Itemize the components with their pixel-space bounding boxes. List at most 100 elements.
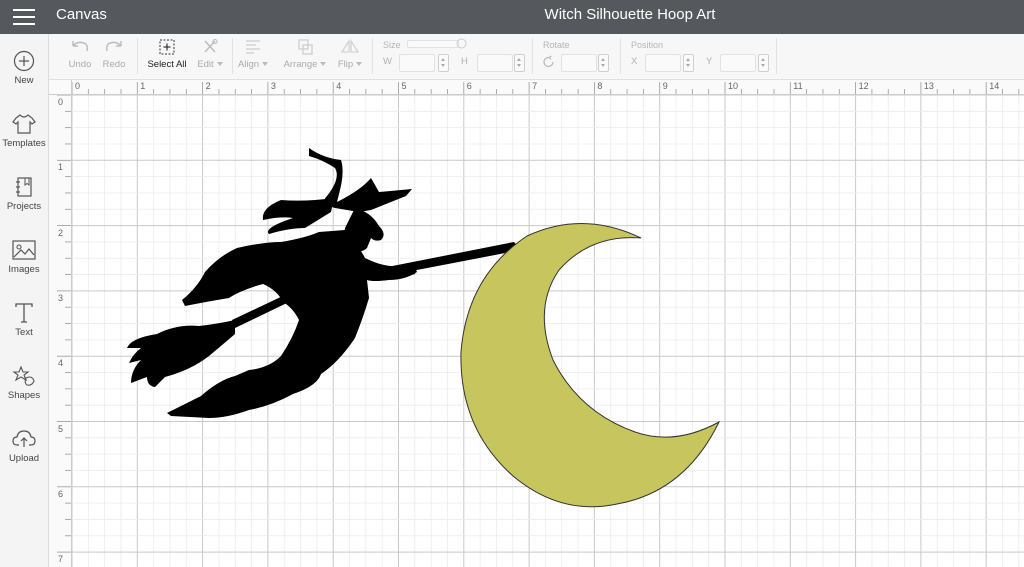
ruler-label: 9: [662, 81, 668, 91]
toolbar-divider: [776, 38, 777, 74]
ruler-label: 2: [205, 81, 211, 91]
rotate-stepper[interactable]: [598, 54, 609, 72]
ruler-label: 0: [75, 81, 81, 91]
position-x-input[interactable]: [645, 54, 681, 72]
arrange-button[interactable]: Arrange: [281, 38, 329, 70]
sidebar-item-label: Templates: [2, 138, 46, 149]
undo-label: Undo: [68, 59, 92, 70]
ruler-label: 8: [597, 81, 603, 91]
ruler-label: 7: [58, 554, 64, 565]
left-sidebar: New Templates Projects Images Text Shape…: [0, 34, 49, 567]
size-heading: Size: [383, 40, 401, 50]
ruler-label: 5: [401, 81, 407, 91]
ruler-label: 10: [728, 81, 739, 91]
ruler-label: 12: [858, 81, 869, 91]
ruler-label: 3: [58, 292, 64, 303]
sidebar-item-label: Images: [8, 264, 40, 275]
ruler-corner: [49, 80, 72, 95]
width-input[interactable]: [399, 54, 435, 72]
design-canvas[interactable]: 0 1 2 3 4 5 6 7 8 9 10 11 12 13 14 01234567: [49, 80, 1024, 567]
sidebar-item-templates[interactable]: Templates: [0, 113, 48, 173]
sidebar-item-upload[interactable]: Upload: [0, 428, 48, 488]
select-all-label: Select All: [147, 59, 187, 70]
ruler-label: 7: [532, 81, 538, 91]
redo-icon: [105, 41, 122, 52]
toolbar-divider: [137, 38, 138, 74]
position-x-stepper[interactable]: [683, 54, 694, 72]
undo-button[interactable]: Undo: [65, 38, 95, 70]
flip-label: Flip: [337, 59, 354, 70]
select-all-button[interactable]: Select All: [145, 38, 189, 70]
sidebar-item-new[interactable]: New: [0, 50, 48, 110]
position-heading: Position: [631, 40, 664, 50]
position-y-stepper[interactable]: [758, 54, 769, 72]
ruler-label: 4: [58, 358, 64, 369]
toolbar-divider: [620, 38, 621, 74]
height-stepper[interactable]: [514, 54, 525, 72]
arrange-label: Arrange: [283, 59, 318, 70]
ruler-label: 2: [58, 227, 64, 238]
horizontal-ruler: 0 1 2 3 4 5 6 7 8 9 10 11 12 13 14: [49, 80, 1024, 95]
edit-label: Edit: [197, 59, 214, 70]
edit-button[interactable]: Edit: [193, 38, 227, 70]
toolbar-divider: [372, 38, 373, 74]
sidebar-item-images[interactable]: Images: [0, 239, 48, 299]
redo-label: Redo: [102, 59, 126, 70]
sidebar-item-label: Projects: [6, 201, 42, 212]
ruler-label: 5: [58, 423, 64, 434]
sidebar-item-label: Shapes: [7, 390, 41, 401]
notebook-icon: [16, 177, 32, 197]
chevron-down-icon: [320, 62, 327, 67]
width-label: W: [383, 56, 392, 67]
ruler-label: 6: [58, 488, 64, 499]
project-title[interactable]: Witch Silhouette Hoop Art: [0, 6, 1024, 23]
plus-circle-icon: [13, 50, 35, 72]
flip-icon: [340, 39, 360, 53]
ruler-label: 6: [466, 81, 472, 91]
sidebar-item-label: Text: [15, 327, 33, 338]
edit-toolbar: Undo Redo Select All Edit Align Arrange …: [49, 34, 1024, 80]
size-slider[interactable]: [407, 40, 459, 48]
sidebar-item-label: New: [14, 75, 34, 86]
cloud-upload-icon: [12, 430, 36, 447]
sidebar-item-label: Upload: [8, 453, 40, 464]
ruler-label: 4: [336, 81, 342, 91]
flip-button[interactable]: Flip: [335, 38, 365, 70]
ruler-label: 1: [58, 162, 64, 173]
align-icon: [246, 40, 260, 54]
image-icon: [12, 240, 36, 260]
vertical-ruler: 0 1 2 3 4 5 6 7: [49, 80, 72, 567]
width-stepper[interactable]: [438, 54, 449, 72]
sidebar-item-shapes[interactable]: Shapes: [0, 365, 48, 425]
sidebar-item-projects[interactable]: Projects: [0, 176, 48, 236]
height-label: H: [461, 56, 468, 67]
position-y-label: Y: [706, 56, 713, 67]
toolbar-divider: [232, 38, 233, 74]
shapes-icon: [12, 365, 35, 386]
arrange-icon: [298, 39, 313, 55]
ruler-label: 13: [923, 81, 934, 91]
ruler-label: 14: [989, 81, 1000, 91]
align-label: Align: [237, 59, 260, 70]
rotate-heading: Rotate: [543, 40, 570, 50]
chevron-down-icon: [216, 62, 223, 67]
position-x-label: X: [631, 56, 638, 67]
tshirt-icon: [12, 114, 36, 134]
ruler-label: 0: [58, 97, 64, 107]
sidebar-item-text[interactable]: Text: [0, 302, 48, 362]
crescent-moon[interactable]: [49, 80, 1024, 567]
redo-button[interactable]: Redo: [99, 38, 129, 70]
position-y-input[interactable]: [720, 54, 756, 72]
undo-icon: [72, 41, 89, 52]
chevron-down-icon: [262, 62, 269, 67]
text-icon: [15, 303, 33, 323]
lock-icon[interactable]: [456, 38, 467, 49]
rotate-icon: [543, 55, 554, 68]
height-input[interactable]: [477, 54, 513, 72]
top-bar: Canvas Witch Silhouette Hoop Art: [0, 0, 1024, 34]
align-button[interactable]: Align: [237, 38, 269, 70]
ruler-label: 11: [793, 81, 803, 91]
chevron-down-icon: [356, 62, 363, 67]
rotate-input[interactable]: [561, 54, 597, 72]
select-all-icon: [159, 39, 175, 55]
